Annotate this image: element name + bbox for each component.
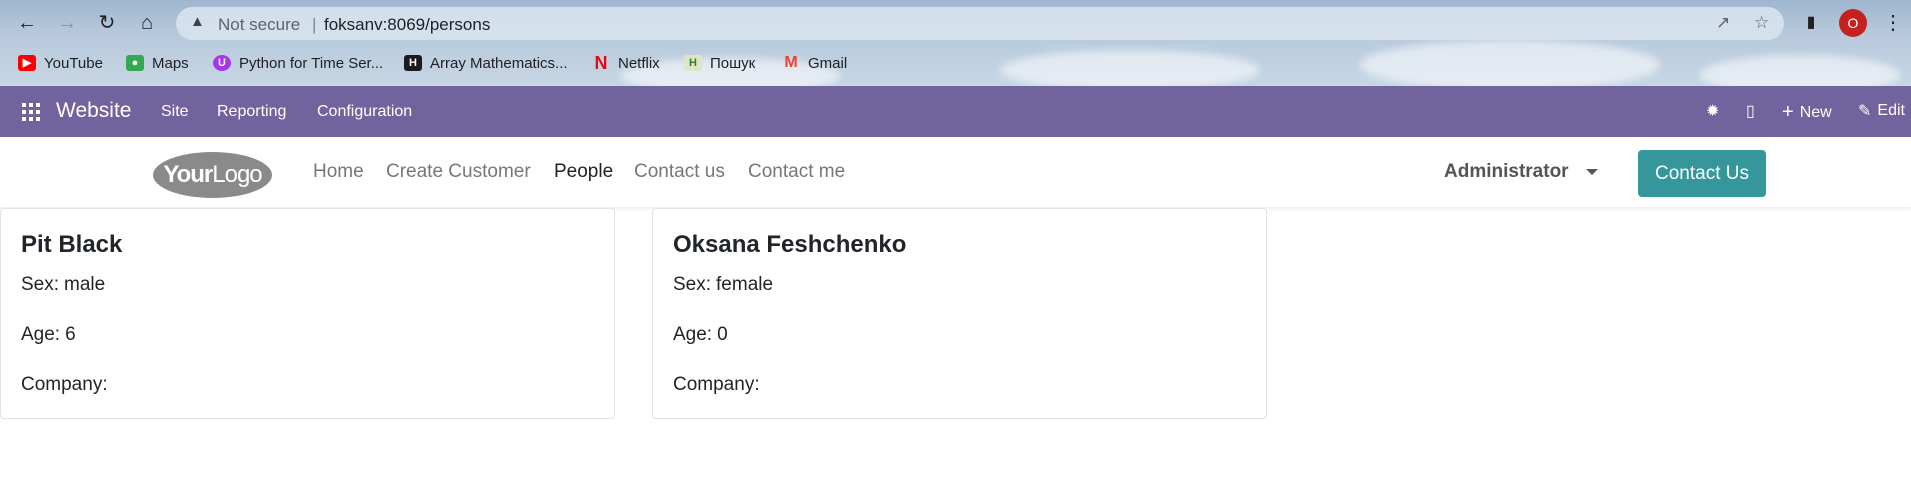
menu-site[interactable]: Site [161,103,189,121]
bookmark-label: Array Mathematics... [430,54,568,72]
pencil-icon: ✎ [1858,103,1872,120]
menu-reporting[interactable]: Reporting [217,103,286,121]
bookmark-search[interactable]: H Пошук [684,52,755,74]
menu-configuration[interactable]: Configuration [317,103,412,121]
back-icon[interactable]: ← [13,9,41,37]
app-name[interactable]: Website [56,99,131,123]
bookmark-label: Пошук [710,54,756,72]
bookmark-netflix[interactable]: N Netflix [592,52,660,74]
sex-value: male [64,274,106,295]
chevron-down-icon[interactable] [1586,169,1598,175]
user-menu[interactable]: Administrator [1444,161,1569,183]
edit-label: Edit [1877,102,1905,119]
netflix-icon: N [594,53,608,73]
bookmark-label: Netflix [618,54,660,72]
person-name: Pit Black [21,231,123,258]
bookmark-array[interactable]: H Array Mathematics... [404,52,568,74]
share-icon[interactable]: ↗ [1716,13,1730,33]
bookmarks-bar: ▶ YouTube ● Maps U Python for Time Ser..… [0,48,1911,78]
address-bar[interactable]: ▲ Not secure | foksanv:8069/persons ↗ ☆ [176,7,1784,40]
search-h-icon: H [684,55,702,71]
sex-value: female [716,274,774,295]
bookmark-label: Python for Time Ser... [239,54,384,72]
person-name: Oksana Feshchenko [673,231,907,258]
plus-icon: + [1782,101,1794,123]
person-card: Pit Black Sex: male Age: 6 Company: [0,208,615,419]
age-value: 6 [65,324,76,345]
bookmark-python[interactable]: U Python for Time Ser... [213,52,383,74]
person-sex: Sex: male [21,274,105,296]
gmail-icon: M [784,54,798,71]
odoo-navbar: Website Site Reporting Configuration ✹ ▯… [0,86,1911,137]
person-age: Age: 6 [21,324,76,346]
logo-text-your: Your [163,161,213,188]
youtube-icon: ▶ [18,55,36,71]
bookmark-star-icon[interactable]: ☆ [1754,13,1769,33]
debug-bug-icon[interactable]: ✹ [1706,101,1719,121]
nav-people[interactable]: People [554,161,613,183]
bookmark-maps[interactable]: ● Maps [126,52,189,74]
home-icon[interactable]: ⌂ [133,9,161,37]
udemy-icon: U [213,55,231,71]
reload-icon[interactable]: ↻ [93,9,121,37]
bookmark-label: Gmail [808,54,848,72]
bookmark-label: Maps [152,54,189,72]
nav-contact-us[interactable]: Contact us [634,161,725,183]
bookmark-label: YouTube [44,54,103,72]
maps-icon: ● [126,55,144,71]
sex-label: Sex: [21,274,60,295]
apps-grid-icon[interactable] [22,103,40,121]
forward-icon[interactable]: → [53,9,81,37]
new-button[interactable]: + New [1782,101,1832,124]
warning-icon[interactable]: ▲ [190,13,205,30]
mobile-preview-icon[interactable]: ▯ [1746,101,1755,121]
profile-avatar[interactable]: O [1839,9,1867,37]
bookmark-gmail[interactable]: M Gmail [782,52,847,74]
person-age: Age: 0 [673,324,728,346]
edit-button[interactable]: ✎ Edit [1858,101,1905,121]
person-card: Oksana Feshchenko Sex: female Age: 0 Compa… [652,208,1267,419]
person-sex: Sex: female [673,274,773,296]
url-text[interactable]: foksanv:8069/persons [324,15,490,35]
website-header: YourLogo Home Create Customer People Con… [0,137,1911,207]
security-label[interactable]: Not secure [218,15,300,35]
sex-label: Sex: [673,274,712,295]
nav-home[interactable]: Home [313,161,364,183]
hackerrank-icon: H [404,55,422,71]
side-panel-icon[interactable]: ▮ [1797,9,1825,37]
person-company: Company: [21,374,113,396]
address-separator: | [312,15,317,34]
browser-toolbar: ← → ↻ ⌂ ▲ Not secure | foksanv:8069/pers… [0,0,1911,46]
new-label: New [1799,103,1832,121]
person-company: Company: [673,374,765,396]
nav-create-customer[interactable]: Create Customer [386,161,531,183]
age-label: Age: [673,324,713,345]
site-logo[interactable]: YourLogo [153,152,272,198]
nav-contact-me[interactable]: Contact me [748,161,845,183]
company-label: Company: [21,374,108,395]
bookmark-youtube[interactable]: ▶ YouTube [18,52,103,74]
browser-chrome: ← → ↻ ⌂ ▲ Not secure | foksanv:8069/pers… [0,0,1911,86]
contact-us-button[interactable]: Contact Us [1638,150,1766,197]
age-value: 0 [717,324,728,345]
logo-text-logo: Logo [212,161,262,188]
company-label: Company: [673,374,760,395]
browser-menu-icon[interactable]: ⋮ [1879,9,1907,37]
age-label: Age: [21,324,61,345]
